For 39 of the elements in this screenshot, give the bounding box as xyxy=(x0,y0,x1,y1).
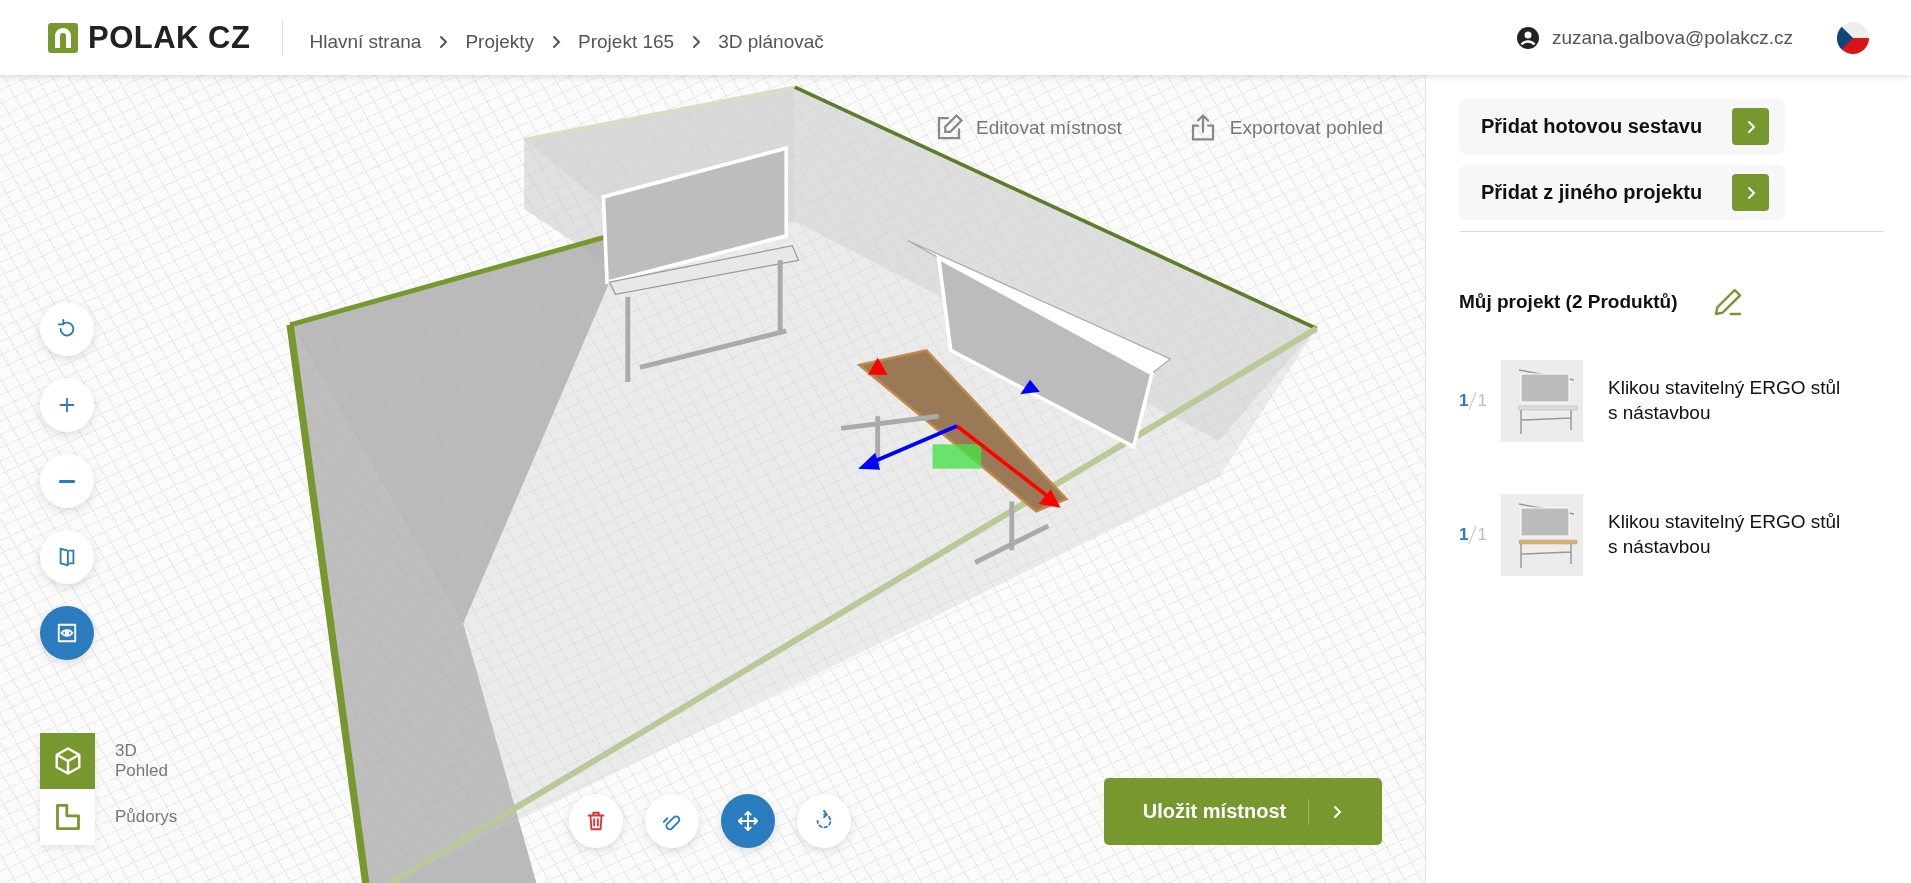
user-email[interactable]: zuzana.galbova@polakcz.cz xyxy=(1551,26,1793,49)
object-tool-button[interactable] xyxy=(721,794,775,848)
view-tool-button[interactable] xyxy=(40,530,94,584)
object-tool-button[interactable] xyxy=(645,794,699,848)
breadcrumb-link[interactable]: Projekt 165 xyxy=(578,30,675,53)
add-button[interactable]: Přidat hotovou sestavu xyxy=(1459,99,1786,154)
quantity-total: 1 xyxy=(1477,391,1487,411)
product-name[interactable]: Klikou stavitelný ERGO stůl s nástavbou xyxy=(1608,510,1841,560)
product-name[interactable]: Klikou stavitelný ERGO stůl s nástavbou xyxy=(1608,376,1841,426)
view-tool-button[interactable] xyxy=(40,606,94,660)
breadcrumb-link[interactable]: Projekty xyxy=(465,30,535,53)
eye-icon xyxy=(56,622,78,644)
zoom-out-icon xyxy=(59,479,75,483)
slash-separator xyxy=(1468,391,1478,411)
breadcrumb-link[interactable]: 3D plánovač xyxy=(718,30,824,53)
add-button[interactable]: Přidat z jiného projektu xyxy=(1459,165,1786,220)
logo-text: POLAK CZ xyxy=(88,19,251,56)
logo-icon xyxy=(48,22,78,53)
project-title: Můj projekt (2 Produktů) xyxy=(1459,291,1678,313)
edit-room-button[interactable]: Editovat místnost xyxy=(934,113,1122,143)
slash-separator xyxy=(1468,525,1478,545)
user-icon xyxy=(1515,25,1540,50)
chevron-icon xyxy=(1331,804,1344,819)
object-tool-button[interactable] xyxy=(569,794,623,848)
breadcrumb-link[interactable]: Hlavní strana xyxy=(309,30,422,53)
view-mode-tab[interactable]: 3D Pohled xyxy=(40,733,178,789)
quantity-total: 1 xyxy=(1477,525,1487,545)
view-tool-button[interactable] xyxy=(40,302,94,356)
move-arrows-icon xyxy=(737,810,759,832)
export-view-button[interactable]: Exportovat pohled xyxy=(1187,113,1383,143)
quantity-count: 1 xyxy=(1459,525,1469,545)
flag-icon[interactable] xyxy=(1837,21,1869,54)
chevron-icon xyxy=(550,34,563,49)
floor-plan-icon xyxy=(53,803,82,831)
trash-icon xyxy=(585,810,607,832)
view-mode-tab[interactable]: Půdorys xyxy=(40,789,178,845)
chevron-icon xyxy=(437,34,450,49)
quantity-count: 1 xyxy=(1459,391,1469,411)
chevron-icon xyxy=(690,34,703,49)
